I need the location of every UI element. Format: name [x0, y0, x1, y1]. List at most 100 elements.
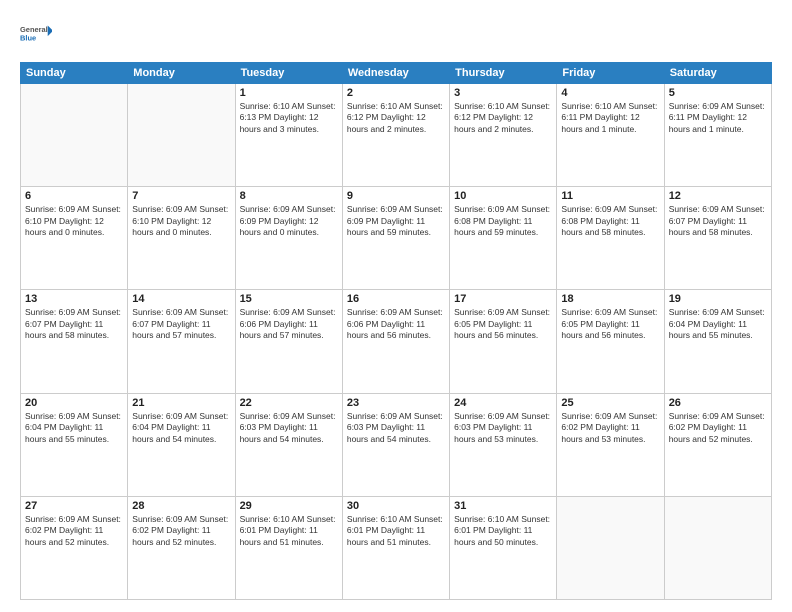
svg-text:Blue: Blue: [20, 33, 36, 42]
calendar-cell: 14 Sunrise: 6:09 AM Sunset: 6:07 PM Dayli…: [128, 290, 235, 393]
day-header-thursday: Thursday: [450, 63, 557, 84]
calendar-cell: 8 Sunrise: 6:09 AM Sunset: 6:09 PM Daylig…: [235, 187, 342, 290]
svg-text:General: General: [20, 25, 48, 34]
day-info: Sunrise: 6:09 AM Sunset: 6:05 PM Dayligh…: [454, 307, 552, 341]
day-number: 9: [347, 190, 445, 202]
day-info: Sunrise: 6:09 AM Sunset: 6:07 PM Dayligh…: [132, 307, 230, 341]
day-info: Sunrise: 6:09 AM Sunset: 6:06 PM Dayligh…: [347, 307, 445, 341]
calendar-week-row: 6Sunrise: 6:09 AM Sunset: 6:10 PM Daylig…: [21, 187, 772, 290]
calendar-week-row: 27 Sunrise: 6:09 AM Sunset: 6:02 PM Dayli…: [21, 496, 772, 599]
day-info: Sunrise: 6:09 AM Sunset: 6:08 PM Dayligh…: [454, 204, 552, 238]
day-number: 11: [561, 190, 659, 202]
calendar-week-row: 1 Sunrise: 6:10 AM Sunset: 6:13 PM Daylig…: [21, 84, 772, 187]
day-number: 13: [25, 293, 123, 305]
day-number: 10: [454, 190, 552, 202]
day-number: 17: [454, 293, 552, 305]
day-info: Sunrise: 6:09 AM Sunset: 6:04 PM Dayligh…: [669, 307, 767, 341]
calendar-cell: 19 Sunrise: 6:09 AM Sunset: 6:04 PM Dayli…: [664, 290, 771, 393]
day-number: 7: [132, 190, 230, 202]
calendar-cell: [128, 84, 235, 187]
calendar-cell: 3 Sunrise: 6:10 AM Sunset: 6:12 PM Daylig…: [450, 84, 557, 187]
logo: General Blue: [20, 16, 52, 52]
day-info: Sunrise: 6:09 AM Sunset: 6:03 PM Dayligh…: [240, 411, 338, 445]
calendar-week-row: 13 Sunrise: 6:09 AM Sunset: 6:07 PM Dayli…: [21, 290, 772, 393]
day-info: Sunrise: 6:10 AM Sunset: 6:13 PM Dayligh…: [240, 101, 338, 135]
calendar-cell: 7 Sunrise: 6:09 AM Sunset: 6:10 PM Daylig…: [128, 187, 235, 290]
day-info: Sunrise: 6:09 AM Sunset: 6:02 PM Dayligh…: [132, 514, 230, 548]
calendar-cell: 22Sunrise: 6:09 AM Sunset: 6:03 PM Dayli…: [235, 393, 342, 496]
day-number: 1: [240, 87, 338, 99]
calendar-week-row: 20 Sunrise: 6:09 AM Sunset: 6:04 PM Dayli…: [21, 393, 772, 496]
day-header-saturday: Saturday: [664, 63, 771, 84]
day-number: 2: [347, 87, 445, 99]
day-info: Sunrise: 6:09 AM Sunset: 6:02 PM Dayligh…: [561, 411, 659, 445]
day-number: 3: [454, 87, 552, 99]
day-number: 23: [347, 397, 445, 409]
day-info: Sunrise: 6:10 AM Sunset: 6:01 PM Dayligh…: [347, 514, 445, 548]
day-info: Sunrise: 6:10 AM Sunset: 6:12 PM Dayligh…: [347, 101, 445, 135]
day-info: Sunrise: 6:10 AM Sunset: 6:01 PM Dayligh…: [454, 514, 552, 548]
day-number: 16: [347, 293, 445, 305]
page: General Blue SundayMondayTuesdayWednesda…: [0, 0, 792, 612]
day-info: Sunrise: 6:09 AM Sunset: 6:03 PM Dayligh…: [347, 411, 445, 445]
calendar-cell: 12Sunrise: 6:09 AM Sunset: 6:07 PM Dayli…: [664, 187, 771, 290]
day-info: Sunrise: 6:09 AM Sunset: 6:08 PM Dayligh…: [561, 204, 659, 238]
day-number: 30: [347, 500, 445, 512]
day-number: 29: [240, 500, 338, 512]
day-number: 18: [561, 293, 659, 305]
calendar-cell: 23 Sunrise: 6:09 AM Sunset: 6:03 PM Dayli…: [342, 393, 449, 496]
calendar-cell: 4 Sunrise: 6:10 AM Sunset: 6:11 PM Daylig…: [557, 84, 664, 187]
day-info: Sunrise: 6:09 AM Sunset: 6:09 PM Dayligh…: [347, 204, 445, 238]
day-header-wednesday: Wednesday: [342, 63, 449, 84]
day-number: 5: [669, 87, 767, 99]
day-header-tuesday: Tuesday: [235, 63, 342, 84]
day-number: 12: [669, 190, 767, 202]
day-info: Sunrise: 6:09 AM Sunset: 6:07 PM Dayligh…: [25, 307, 123, 341]
day-info: Sunrise: 6:09 AM Sunset: 6:10 PM Dayligh…: [25, 204, 123, 238]
calendar-cell: 6Sunrise: 6:09 AM Sunset: 6:10 PM Daylig…: [21, 187, 128, 290]
calendar-cell: 5 Sunrise: 6:09 AM Sunset: 6:11 PM Daylig…: [664, 84, 771, 187]
day-info: Sunrise: 6:09 AM Sunset: 6:11 PM Dayligh…: [669, 101, 767, 135]
day-info: Sunrise: 6:10 AM Sunset: 6:11 PM Dayligh…: [561, 101, 659, 135]
calendar-cell: [21, 84, 128, 187]
day-number: 25: [561, 397, 659, 409]
day-number: 14: [132, 293, 230, 305]
calendar-cell: 30 Sunrise: 6:10 AM Sunset: 6:01 PM Dayli…: [342, 496, 449, 599]
day-number: 24: [454, 397, 552, 409]
calendar-cell: 29Sunrise: 6:10 AM Sunset: 6:01 PM Dayli…: [235, 496, 342, 599]
day-number: 8: [240, 190, 338, 202]
calendar-cell: [557, 496, 664, 599]
calendar-cell: 24Sunrise: 6:09 AM Sunset: 6:03 PM Dayli…: [450, 393, 557, 496]
day-number: 31: [454, 500, 552, 512]
day-info: Sunrise: 6:09 AM Sunset: 6:04 PM Dayligh…: [25, 411, 123, 445]
calendar-cell: 20 Sunrise: 6:09 AM Sunset: 6:04 PM Dayli…: [21, 393, 128, 496]
day-header-friday: Friday: [557, 63, 664, 84]
calendar-cell: 13 Sunrise: 6:09 AM Sunset: 6:07 PM Dayli…: [21, 290, 128, 393]
calendar-cell: 27Sunrise: 6:09 AM Sunset: 6:02 PM Dayli…: [21, 496, 128, 599]
day-number: 15: [240, 293, 338, 305]
calendar-cell: 15Sunrise: 6:09 AM Sunset: 6:06 PM Dayli…: [235, 290, 342, 393]
day-info: Sunrise: 6:09 AM Sunset: 6:10 PM Dayligh…: [132, 204, 230, 238]
calendar-cell: [664, 496, 771, 599]
calendar-cell: 11 Sunrise: 6:09 AM Sunset: 6:08 PM Dayli…: [557, 187, 664, 290]
logo-svg: General Blue: [20, 16, 52, 52]
day-header-sunday: Sunday: [21, 63, 128, 84]
day-number: 27: [25, 500, 123, 512]
day-number: 28: [132, 500, 230, 512]
day-number: 19: [669, 293, 767, 305]
calendar-cell: 17 Sunrise: 6:09 AM Sunset: 6:05 PM Dayli…: [450, 290, 557, 393]
day-info: Sunrise: 6:10 AM Sunset: 6:12 PM Dayligh…: [454, 101, 552, 135]
day-info: Sunrise: 6:09 AM Sunset: 6:09 PM Dayligh…: [240, 204, 338, 238]
day-number: 4: [561, 87, 659, 99]
calendar-cell: 9 Sunrise: 6:09 AM Sunset: 6:09 PM Daylig…: [342, 187, 449, 290]
calendar-table: SundayMondayTuesdayWednesdayThursdayFrid…: [20, 62, 772, 600]
day-info: Sunrise: 6:09 AM Sunset: 6:02 PM Dayligh…: [669, 411, 767, 445]
calendar-cell: 2 Sunrise: 6:10 AM Sunset: 6:12 PM Daylig…: [342, 84, 449, 187]
day-number: 20: [25, 397, 123, 409]
day-info: Sunrise: 6:09 AM Sunset: 6:04 PM Dayligh…: [132, 411, 230, 445]
calendar-cell: 10 Sunrise: 6:09 AM Sunset: 6:08 PM Dayli…: [450, 187, 557, 290]
calendar-cell: 1 Sunrise: 6:10 AM Sunset: 6:13 PM Daylig…: [235, 84, 342, 187]
day-info: Sunrise: 6:09 AM Sunset: 6:05 PM Dayligh…: [561, 307, 659, 341]
calendar-cell: 18 Sunrise: 6:09 AM Sunset: 6:05 PM Dayli…: [557, 290, 664, 393]
day-header-monday: Monday: [128, 63, 235, 84]
